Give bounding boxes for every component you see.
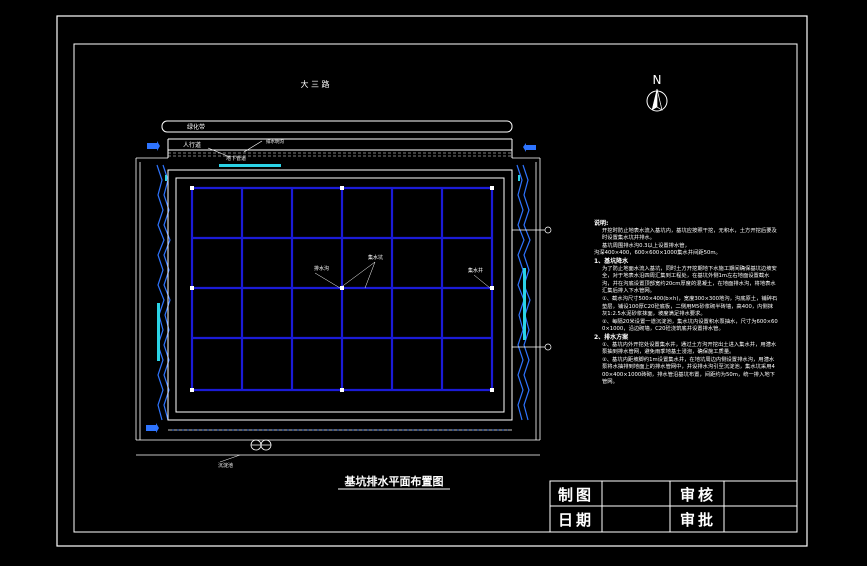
sump-pit-label: 集水坑 <box>339 254 383 289</box>
notes-line: 沟深400×400，600×600×1000集水井间距50m。 <box>594 250 721 257</box>
pit-outline <box>167 169 513 421</box>
notes-line: 为了防止地面水流入基坑，同时土方开挖期地下水施工期间确保基坑边坡安全，对于地表水… <box>602 265 777 295</box>
drawing-title: 基坑排水平面布置图 <box>338 474 450 490</box>
drawing-canvas: 大 三 路 N 绿化带 人行道 地下管道 排水明沟 集水坑 排水沟 集水井 沉淀… <box>0 0 867 562</box>
sump-well-label: 集水井 <box>468 267 491 289</box>
svg-text:集水井: 集水井 <box>468 267 483 274</box>
svg-text:人行道: 人行道 <box>183 141 201 149</box>
svg-text:排水沟: 排水沟 <box>314 265 329 272</box>
drain-channel-label: 排水沟 <box>314 265 341 289</box>
notes-line: ②、每隔20米设置一道沉淀池，集水坑内设置积水泵抽水，尺寸为600×600×10… <box>602 318 778 333</box>
svg-text:绿化带: 绿化带 <box>187 123 205 131</box>
svg-text:集水坑: 集水坑 <box>368 254 383 261</box>
sediment-tank-label: 沉淀池 <box>218 454 241 469</box>
svg-text:排水明沟: 排水明沟 <box>266 138 284 145</box>
svg-text:地下管道: 地下管道 <box>226 155 246 162</box>
notes-line: 1、基坑降水 <box>594 257 629 265</box>
svg-text:沉淀池: 沉淀池 <box>218 462 233 469</box>
road-name: 大 三 路 <box>300 79 329 89</box>
notes-line: ①、基坑内外开挖处设置集水井，通过土方沟开挖出土进入集水井，用潜水泵抽到排水管网… <box>602 341 777 356</box>
notes-line: ①、截水沟尺寸500×400(b×h)，宽度300×300地沟，沟底原土，铺碎石… <box>602 295 778 318</box>
title-block-drawn: 制图 <box>558 486 595 504</box>
svg-text:N: N <box>653 73 662 87</box>
north-arrow-icon: N <box>646 73 668 112</box>
site-boundary <box>135 157 541 456</box>
svg-text:基坑排水平面布置图: 基坑排水平面布置图 <box>344 474 444 488</box>
axis-marker <box>512 226 552 351</box>
sidewalk: 人行道 <box>167 138 513 158</box>
pit-slope-wall <box>156 164 531 421</box>
greenbelt: 绿化带 <box>161 120 513 133</box>
notes-line: 2、排水方案 <box>594 333 629 341</box>
title-block-checked: 审核 <box>680 486 717 504</box>
notes-line: 开挖时防止地表水流入基坑内，基坑应按照干挖，无积水，土方开挖后要及时设置集水坑并… <box>602 227 777 242</box>
title-block-approved: 审批 <box>680 511 717 529</box>
design-notes: 说明: 开挖时防止地表水流入基坑内，基坑应按照干挖，无积水，土方开挖后要及时设置… <box>594 220 778 387</box>
notes-line: ②、基坑内距坡脚约1m设置集水井，在地坑周边内侧设置排水沟，用潜水泵将水抽排到地… <box>602 356 775 386</box>
sediment-tank-icon <box>250 439 272 451</box>
title-block-date: 日期 <box>558 511 595 529</box>
notes-title: 说明: <box>594 220 609 227</box>
